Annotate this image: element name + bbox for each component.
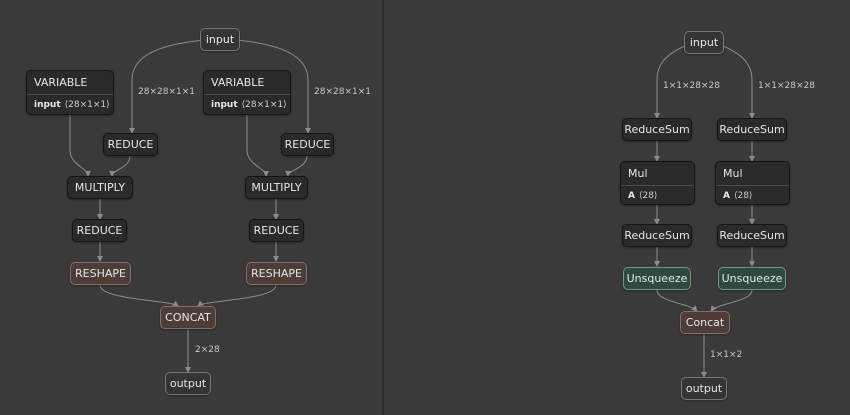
edge-var1-multiply1 [69,114,91,177]
edge-label-input-right: 1×1×28×28 [758,81,815,91]
edge-reshape1-concat [99,284,179,307]
edge-unsqueeze1-concat [656,289,698,312]
unsqueeze-node-2[interactable]: Unsqueeze [718,267,786,290]
reshape-node-1[interactable]: RESHAPE [70,262,131,285]
mul-attr: A ⟨28⟩ [621,186,694,207]
mul-title: Mul [621,162,694,186]
edge-reduce2-multiply2 [285,155,308,177]
edge-input-reducesum2 [717,43,755,119]
edge-unsqueeze2-concat [710,289,753,312]
edge-label-input-left: 1×1×28×28 [663,81,720,91]
mul-node-1[interactable]: Mul A ⟨28⟩ [620,161,695,205]
reducesum-node-3[interactable]: ReduceSum [622,224,692,247]
variable-attr: input ⟨28×1×1⟩ [204,95,290,116]
attr-name: input [211,100,238,110]
mul-title: Mul [716,162,789,186]
input-node[interactable]: input [684,31,724,54]
edge-label-output: 1×1×2 [710,350,743,360]
concat-node[interactable]: CONCAT [160,306,216,329]
output-node[interactable]: output [165,372,211,395]
edge-reduce1-multiply1 [109,155,131,177]
edge-label-output: 2×28 [195,345,220,355]
multiply-node-2[interactable]: MULTIPLY [245,176,308,199]
reduce-node-3[interactable]: REDUCE [72,219,127,242]
attr-name: input [34,100,61,110]
attr-value: ⟨28⟩ [638,191,658,201]
variable-title: VARIABLE [204,71,290,95]
mul-attr: A ⟨28⟩ [716,186,789,207]
edge-reshape2-concat [197,284,277,307]
concat-node[interactable]: Concat [680,311,730,334]
variable-title: VARIABLE [27,71,113,95]
reshape-node-2[interactable]: RESHAPE [246,262,307,285]
attr-value: ⟨28×1×1⟩ [64,100,110,110]
variable-node-1[interactable]: VARIABLE input ⟨28×1×1⟩ [26,70,114,115]
attr-value: ⟨28⟩ [733,191,753,201]
reduce-node-2[interactable]: REDUCE [281,133,334,156]
attr-name: A [723,191,730,201]
reducesum-node-4[interactable]: ReduceSum [717,224,787,247]
edge-label-input-left: 28×28×1×1 [138,87,195,97]
unsqueeze-node-1[interactable]: Unsqueeze [623,267,691,290]
reduce-node-1[interactable]: REDUCE [103,133,158,156]
variable-attr: input ⟨28×1×1⟩ [27,95,113,116]
attr-name: A [628,191,635,201]
edge-label-input-right: 28×28×1×1 [314,87,371,97]
input-node[interactable]: input [200,28,240,51]
reduce-node-4[interactable]: REDUCE [249,219,304,242]
edge-var2-multiply2 [246,114,269,177]
right-graph-edges [654,43,755,378]
output-node[interactable]: output [681,377,727,400]
reducesum-node-2[interactable]: ReduceSum [717,118,787,141]
multiply-node-1[interactable]: MULTIPLY [67,176,133,199]
right-graph-pane: input ReduceSum ReduceSum Mul A ⟨28⟩ Mul … [384,0,850,415]
attr-value: ⟨28×1×1⟩ [241,100,287,110]
left-graph-pane: input VARIABLE input ⟨28×1×1⟩ VARIABLE in… [0,0,382,415]
mul-node-2[interactable]: Mul A ⟨28⟩ [715,161,790,205]
left-graph-edges [69,39,311,373]
variable-node-2[interactable]: VARIABLE input ⟨28×1×1⟩ [203,70,291,115]
reducesum-node-1[interactable]: ReduceSum [622,118,692,141]
